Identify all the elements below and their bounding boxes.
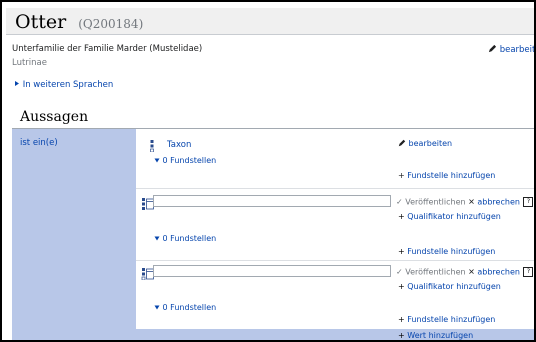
plus-icon: + bbox=[398, 247, 405, 256]
item-header: Otter (Q200184) bbox=[6, 8, 534, 35]
cross-icon: ✕ bbox=[468, 197, 475, 207]
check-icon: ✓ bbox=[396, 197, 403, 207]
plus-icon: + bbox=[398, 212, 405, 221]
statement-value-taxon[interactable]: Taxon bbox=[167, 140, 191, 150]
question-mark-icon[interactable]: ? bbox=[523, 197, 534, 207]
cancel-button[interactable]: ✕ abbrechen bbox=[468, 198, 522, 207]
property-column bbox=[12, 129, 136, 340]
add-reference-label: Fundstelle hinzufügen bbox=[407, 171, 496, 180]
rank-selector[interactable] bbox=[141, 195, 154, 210]
property-link-instance-of[interactable]: ist ein(e) bbox=[20, 138, 58, 148]
add-value-button[interactable]: + Wert hinzufügen bbox=[398, 331, 473, 340]
add-reference-button[interactable]: + Fundstelle hinzufügen bbox=[398, 171, 495, 180]
item-id: (Q200184) bbox=[78, 17, 144, 31]
add-qualifier-button[interactable]: + Qualifikator hinzufügen bbox=[398, 212, 501, 221]
add-qualifier-label: Qualifikator hinzufügen bbox=[407, 282, 501, 291]
add-qualifier-button[interactable]: + Qualifikator hinzufügen bbox=[398, 282, 501, 291]
add-value-label: Wert hinzufügen bbox=[407, 331, 474, 340]
question-mark-icon[interactable]: ? bbox=[523, 267, 534, 277]
edit-header-button[interactable]: bearbeiten bbox=[488, 44, 536, 55]
value-actions: ✓ Veröffentlichen ✕ abbrechen ? bbox=[396, 267, 534, 277]
plus-icon: + bbox=[398, 171, 405, 180]
statements-heading: Aussagen bbox=[20, 109, 89, 125]
edit-label: bearbeiten bbox=[499, 45, 536, 55]
references-toggle[interactable]: 0 Fundstellen bbox=[154, 156, 216, 165]
publish-button[interactable]: ✓ Veröffentlichen bbox=[396, 268, 468, 277]
wikidata-item-page: Otter (Q200184) Unterfamilie der Familie… bbox=[0, 0, 536, 342]
pencil-icon bbox=[488, 44, 497, 53]
cancel-label: abbrechen bbox=[477, 197, 520, 207]
triangle-down-icon bbox=[154, 236, 160, 241]
page-title: Otter (Q200184) bbox=[15, 11, 143, 33]
item-description: Unterfamilie der Familie Marder (Musteli… bbox=[12, 44, 203, 54]
plus-icon: + bbox=[398, 331, 405, 340]
item-alias: Lutrinae bbox=[12, 58, 47, 68]
references-toggle[interactable]: 0 Fundstellen bbox=[154, 303, 216, 312]
add-reference-label: Fundstelle hinzufügen bbox=[407, 315, 496, 324]
pencil-icon bbox=[398, 139, 406, 147]
edit-value-label: bearbeiten bbox=[408, 139, 453, 148]
triangle-down-icon bbox=[154, 305, 160, 310]
references-count: 0 Fundstellen bbox=[162, 303, 217, 312]
plus-icon: + bbox=[398, 315, 405, 324]
row-divider bbox=[136, 188, 534, 189]
cancel-button[interactable]: ✕ abbrechen bbox=[468, 268, 522, 277]
check-icon: ✓ bbox=[396, 267, 403, 277]
add-qualifier-label: Qualifikator hinzufügen bbox=[407, 212, 501, 221]
value-actions: ✓ Veröffentlichen ✕ abbrechen ? bbox=[396, 197, 534, 207]
references-count: 0 Fundstellen bbox=[162, 234, 217, 243]
rank-icon[interactable] bbox=[148, 137, 156, 153]
triangle-down-icon bbox=[154, 158, 160, 163]
edit-value-button[interactable]: bearbeiten bbox=[398, 139, 452, 148]
languages-toggle[interactable]: In weiteren Sprachen bbox=[14, 80, 113, 90]
value-input[interactable] bbox=[153, 195, 391, 207]
row-divider bbox=[136, 260, 534, 261]
add-reference-button[interactable]: + Fundstelle hinzufügen bbox=[398, 315, 495, 324]
publish-button[interactable]: ✓ Veröffentlichen bbox=[396, 198, 468, 207]
cross-icon: ✕ bbox=[468, 267, 475, 277]
triangle-right-icon bbox=[15, 81, 19, 86]
add-reference-label: Fundstelle hinzufügen bbox=[407, 247, 496, 256]
cancel-label: abbrechen bbox=[477, 267, 520, 277]
references-count: 0 Fundstellen bbox=[162, 156, 217, 165]
value-input[interactable] bbox=[153, 265, 391, 277]
add-value-bar bbox=[136, 329, 534, 340]
publish-label: Veröffentlichen bbox=[405, 267, 466, 277]
rank-selector[interactable] bbox=[141, 265, 154, 281]
languages-toggle-label: In weiteren Sprachen bbox=[22, 80, 114, 90]
plus-icon: + bbox=[398, 282, 405, 291]
item-label: Otter bbox=[15, 11, 67, 33]
references-toggle[interactable]: 0 Fundstellen bbox=[154, 234, 216, 243]
add-reference-button[interactable]: + Fundstelle hinzufügen bbox=[398, 247, 495, 256]
publish-label: Veröffentlichen bbox=[405, 197, 466, 207]
